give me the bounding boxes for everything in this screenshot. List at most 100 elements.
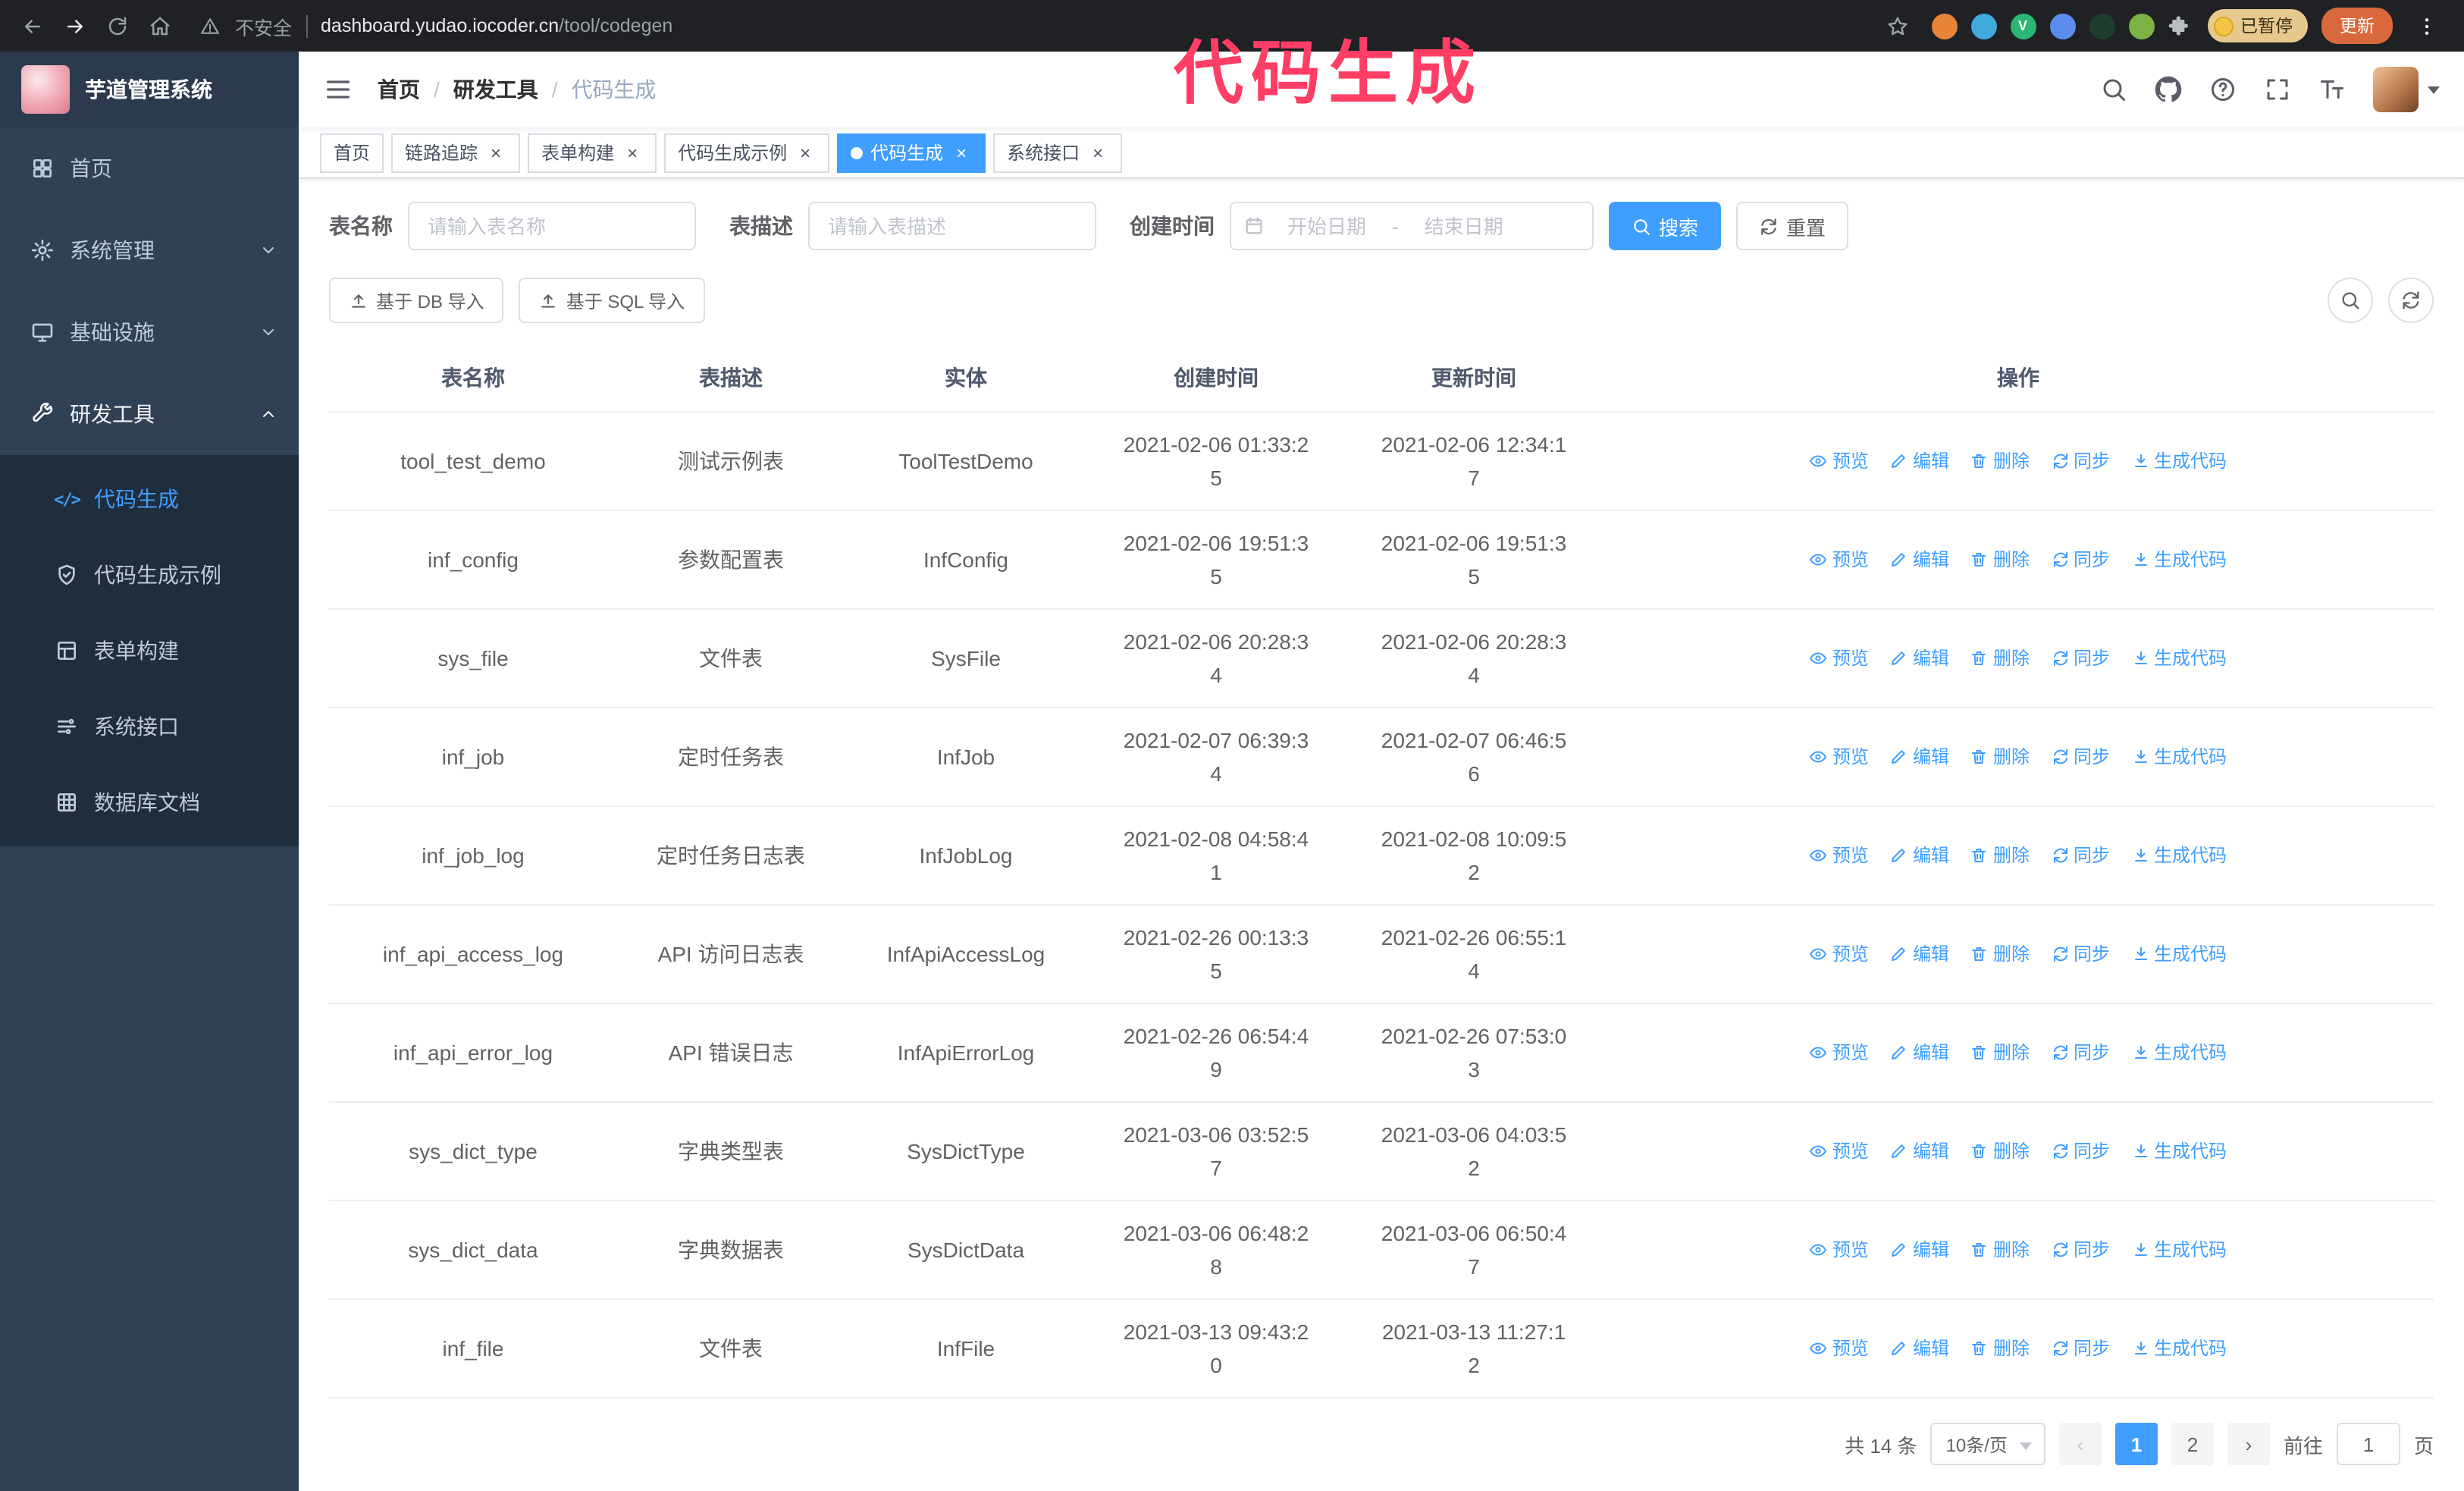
op-sync-link[interactable]: 同步 [2051, 838, 2110, 871]
op-edit-link[interactable]: 编辑 [1890, 1331, 1949, 1364]
sidebar-item-infra[interactable]: 基础设施 [0, 291, 299, 373]
op-edit-link[interactable]: 编辑 [1890, 1232, 1949, 1266]
update-button[interactable]: 更新 [2321, 8, 2393, 44]
bookmark-star-icon[interactable] [1878, 6, 1917, 46]
op-preview-link[interactable]: 预览 [1810, 1232, 1869, 1266]
op-preview-link[interactable]: 预览 [1810, 641, 1869, 674]
op-delete-link[interactable]: 删除 [1970, 1035, 2030, 1069]
op-generate-link[interactable]: 生成代码 [2131, 1331, 2227, 1364]
op-sync-link[interactable]: 同步 [2051, 1232, 2110, 1266]
tab-close-icon[interactable]: × [795, 142, 816, 163]
import-db-button[interactable]: 基于 DB 导入 [329, 278, 504, 323]
op-generate-link[interactable]: 生成代码 [2131, 1134, 2227, 1167]
op-sync-link[interactable]: 同步 [2051, 1035, 2110, 1069]
browser-home-icon[interactable] [140, 6, 179, 46]
op-edit-link[interactable]: 编辑 [1890, 641, 1949, 674]
tab-system-api[interactable]: 系统接口 × [993, 133, 1123, 172]
op-delete-link[interactable]: 删除 [1970, 1134, 2030, 1167]
sidebar-item-db-doc[interactable]: 数据库文档 [0, 764, 299, 840]
sidebar-item-codegen[interactable]: </> 代码生成 [0, 461, 299, 537]
op-generate-link[interactable]: 生成代码 [2131, 937, 2227, 970]
op-sync-link[interactable]: 同步 [2051, 641, 2110, 674]
extension-icon-blue-drop[interactable] [1970, 13, 1996, 39]
op-sync-link[interactable]: 同步 [2051, 1134, 2110, 1167]
table-desc-input[interactable] [808, 202, 1096, 250]
user-menu[interactable] [2373, 67, 2440, 112]
op-delete-link[interactable]: 删除 [1970, 1232, 2030, 1266]
fullscreen-icon[interactable] [2264, 76, 2291, 103]
font-size-icon[interactable] [2318, 76, 2346, 103]
sidebar-item-system[interactable]: 系统管理 [0, 209, 299, 291]
browser-menu-kebab-icon[interactable] [2406, 6, 2446, 46]
op-preview-link[interactable]: 预览 [1810, 1134, 1869, 1167]
op-sync-link[interactable]: 同步 [2051, 937, 2110, 970]
prev-page-button[interactable]: ‹ [2058, 1423, 2102, 1465]
search-icon[interactable] [2100, 76, 2127, 103]
start-date-input[interactable] [1268, 215, 1386, 237]
tab-close-icon[interactable]: × [1087, 142, 1108, 163]
tab-form-builder[interactable]: 表单构建 × [528, 133, 657, 172]
extension-icon-people[interactable] [2049, 13, 2075, 39]
op-edit-link[interactable]: 编辑 [1890, 838, 1949, 871]
op-delete-link[interactable]: 删除 [1970, 641, 2030, 674]
extension-icon-green-v[interactable]: V [2010, 13, 2036, 39]
op-sync-link[interactable]: 同步 [2051, 444, 2110, 477]
op-edit-link[interactable]: 编辑 [1890, 542, 1949, 576]
extensions-puzzle-icon[interactable] [2168, 13, 2193, 39]
extension-icon-green[interactable] [2128, 13, 2154, 39]
sidebar-item-home[interactable]: 首页 [0, 127, 299, 209]
op-preview-link[interactable]: 预览 [1810, 542, 1869, 576]
op-edit-link[interactable]: 编辑 [1890, 739, 1949, 773]
op-generate-link[interactable]: 生成代码 [2131, 739, 2227, 773]
tab-close-icon[interactable]: × [485, 142, 506, 163]
github-icon[interactable] [2155, 76, 2182, 103]
next-page-button[interactable]: › [2227, 1423, 2270, 1465]
end-date-input[interactable] [1404, 215, 1523, 237]
op-sync-link[interactable]: 同步 [2051, 1331, 2110, 1364]
op-preview-link[interactable]: 预览 [1810, 444, 1869, 477]
tab-close-icon[interactable]: × [951, 142, 972, 163]
op-generate-link[interactable]: 生成代码 [2131, 444, 2227, 477]
op-generate-link[interactable]: 生成代码 [2131, 641, 2227, 674]
op-delete-link[interactable]: 删除 [1970, 1331, 2030, 1364]
op-preview-link[interactable]: 预览 [1810, 1331, 1869, 1364]
op-edit-link[interactable]: 编辑 [1890, 444, 1949, 477]
refresh-table-button[interactable] [2388, 278, 2434, 323]
extension-icon-dark[interactable] [2089, 13, 2114, 39]
sidebar-item-system-api[interactable]: 系统接口 [0, 689, 299, 764]
search-button[interactable]: 搜索 [1609, 202, 1722, 250]
op-preview-link[interactable]: 预览 [1810, 1035, 1869, 1069]
tab-close-icon[interactable]: × [622, 142, 643, 163]
help-icon[interactable] [2209, 76, 2237, 103]
tab-codegen[interactable]: 代码生成 × [837, 133, 986, 172]
breadcrumb-item[interactable]: 研发工具 [453, 74, 538, 105]
paused-badge[interactable]: 已暂停 [2207, 9, 2308, 42]
op-delete-link[interactable]: 删除 [1970, 739, 2030, 773]
op-edit-link[interactable]: 编辑 [1890, 1035, 1949, 1069]
browser-forward-icon[interactable] [55, 6, 94, 46]
hamburger-icon[interactable] [323, 74, 353, 105]
tab-home[interactable]: 首页 [320, 133, 384, 172]
op-delete-link[interactable]: 删除 [1970, 937, 2030, 970]
op-edit-link[interactable]: 编辑 [1890, 1134, 1949, 1167]
op-preview-link[interactable]: 预览 [1810, 838, 1869, 871]
op-delete-link[interactable]: 删除 [1970, 542, 2030, 576]
op-preview-link[interactable]: 预览 [1810, 937, 1869, 970]
sidebar-item-dev-tools[interactable]: 研发工具 [0, 373, 299, 455]
op-sync-link[interactable]: 同步 [2051, 739, 2110, 773]
op-generate-link[interactable]: 生成代码 [2131, 838, 2227, 871]
op-preview-link[interactable]: 预览 [1810, 739, 1869, 773]
op-generate-link[interactable]: 生成代码 [2131, 1232, 2227, 1266]
page-size-select[interactable]: 10条/页 [1930, 1423, 2045, 1465]
page-button-2[interactable]: 2 [2171, 1423, 2214, 1465]
create-time-range-picker[interactable]: - [1230, 202, 1594, 250]
op-generate-link[interactable]: 生成代码 [2131, 1035, 2227, 1069]
address-bar[interactable]: 不安全 dashboard.yudao.iocoder.cn/tool/code… [197, 11, 672, 40]
sidebar-item-form-builder[interactable]: 表单构建 [0, 613, 299, 689]
op-delete-link[interactable]: 删除 [1970, 838, 2030, 871]
op-delete-link[interactable]: 删除 [1970, 444, 2030, 477]
reset-button[interactable]: 重置 [1736, 202, 1849, 250]
op-sync-link[interactable]: 同步 [2051, 542, 2110, 576]
tab-tracer[interactable]: 链路追踪 × [391, 133, 521, 172]
op-edit-link[interactable]: 编辑 [1890, 937, 1949, 970]
